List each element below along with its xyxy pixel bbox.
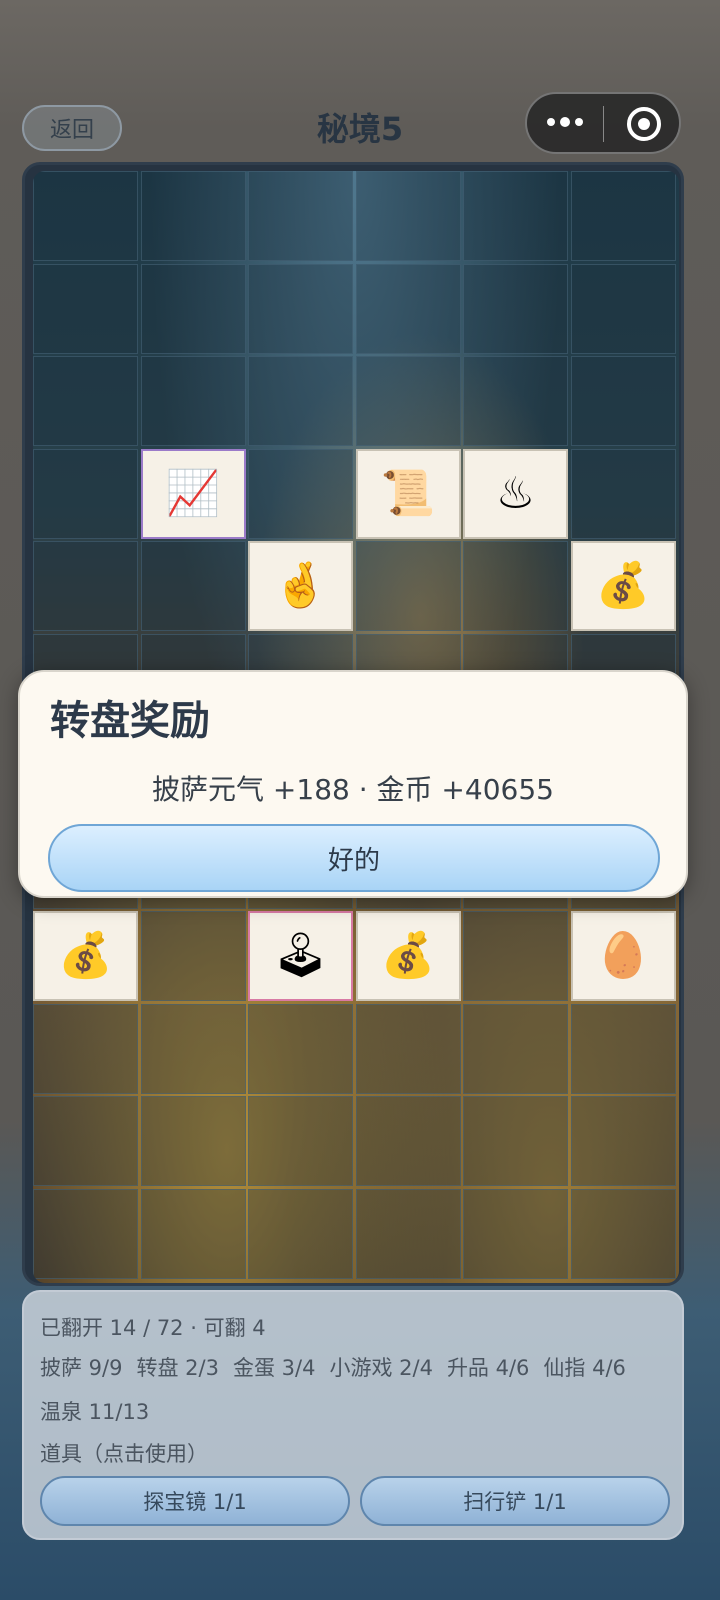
scroll-list-icon: 📜 (380, 467, 436, 519)
page-title: 秘境5 (316, 110, 404, 148)
hidden-tile[interactable] (463, 1188, 568, 1279)
stat-upgrade: 升品 4/6 (446, 1356, 530, 1380)
hidden-tile[interactable] (248, 1188, 353, 1279)
pizza-bag-tile[interactable]: 💰 (355, 911, 461, 1001)
hidden-tile[interactable] (463, 263, 568, 354)
hidden-tile[interactable] (248, 1003, 353, 1094)
hidden-tile[interactable] (248, 263, 353, 354)
hidden-tile[interactable] (33, 541, 138, 631)
hidden-tile[interactable] (33, 1188, 138, 1279)
pizza-bag-tile[interactable]: 💰 (570, 541, 676, 631)
hidden-tile[interactable] (33, 356, 138, 446)
stat-pizza: 披萨 9/9 (40, 1356, 123, 1380)
hidden-tile[interactable] (463, 171, 568, 261)
hidden-tile[interactable] (355, 356, 461, 446)
pizza-bag-tile[interactable]: 💰 (33, 911, 138, 1001)
hidden-tile[interactable] (463, 911, 568, 1001)
hidden-tile[interactable] (248, 356, 353, 446)
hidden-tile[interactable] (463, 541, 568, 631)
more-options-icon[interactable] (547, 114, 583, 132)
hidden-tile[interactable] (570, 1188, 676, 1279)
mini-program-capsule (525, 92, 681, 154)
stat-immortal-finger: 仙指 4/6 (543, 1356, 626, 1380)
sweep-shovel-button[interactable]: 扫行铲 1/1 (360, 1476, 670, 1526)
hidden-tile[interactable] (140, 1003, 246, 1094)
hidden-tile[interactable] (463, 356, 568, 446)
hot-spring-pool-icon: ♨ (495, 467, 536, 519)
treasure-mirror-button[interactable]: 探宝镜 1/1 (40, 1476, 350, 1526)
hidden-tile[interactable] (570, 356, 676, 446)
hot-spring-tile[interactable]: ♨ (463, 448, 568, 539)
golden-egg-icon: 🥚 (595, 930, 651, 981)
hidden-tile[interactable] (248, 448, 353, 539)
back-button[interactable]: 返回 (22, 105, 122, 151)
status-panel: 已翻开 14 / 72 · 可翻 4 披萨 9/9 转盘 2/3 金蛋 3/4 … (22, 1290, 684, 1540)
hidden-tile[interactable] (33, 448, 138, 539)
hidden-tile[interactable] (140, 1096, 246, 1186)
capsule-divider (603, 106, 604, 142)
ok-button[interactable]: 好的 (48, 824, 660, 892)
hidden-tile[interactable] (570, 448, 676, 539)
hidden-tile[interactable] (355, 171, 461, 261)
hidden-tile[interactable] (33, 263, 138, 354)
hidden-tile[interactable] (33, 1096, 138, 1186)
hidden-tile[interactable] (248, 171, 353, 261)
hidden-tile[interactable] (570, 1003, 676, 1094)
money-bag-icon: 💰 (595, 560, 651, 611)
hidden-tile[interactable] (140, 356, 246, 446)
hidden-tile[interactable] (140, 171, 246, 261)
hidden-tile[interactable] (570, 263, 676, 354)
golden-egg-tile[interactable]: 🥚 (570, 911, 676, 1001)
hidden-tile[interactable] (33, 1003, 138, 1094)
immortal-finger-tile[interactable]: 🤞 (248, 541, 353, 631)
arcade-machine-icon: 🕹 (272, 930, 329, 981)
crossed-fingers-icon: 🤞 (273, 560, 328, 611)
close-mini-program-icon[interactable] (627, 107, 661, 141)
collection-stats: 披萨 9/9 转盘 2/3 金蛋 3/4 小游戏 2/4 升品 4/6 仙指 4… (40, 1352, 626, 1382)
hidden-tile[interactable] (248, 1096, 353, 1186)
hidden-tile[interactable] (463, 1003, 568, 1094)
stat-golden-egg: 金蛋 3/4 (232, 1356, 316, 1380)
reward-dialog: 转盘奖励 披萨元气 +188 · 金币 +40655 好的 (18, 670, 688, 898)
hidden-tile[interactable] (570, 1096, 676, 1186)
items-label: 道具（点击使用） (40, 1442, 208, 1466)
money-bag-icon: 💰 (58, 930, 113, 981)
hidden-tile[interactable] (140, 263, 246, 354)
progress-text: 已翻开 14 / 72 · 可翻 4 (40, 1316, 266, 1340)
hidden-tile[interactable] (355, 1096, 461, 1186)
hidden-tile[interactable] (140, 541, 246, 631)
hidden-tile[interactable] (463, 1096, 568, 1186)
money-bag-icon: 💰 (380, 930, 436, 981)
hidden-tile[interactable] (570, 171, 676, 261)
upgrade-steps-icon: 📈 (165, 467, 221, 519)
hidden-tile[interactable] (33, 171, 138, 261)
upgrade-tile[interactable]: 📈 (140, 448, 246, 539)
arcade-tile[interactable]: 🕹 (248, 911, 353, 1001)
hidden-tile[interactable] (355, 1003, 461, 1094)
stat-hot-spring: 温泉 11/13 (40, 1400, 150, 1424)
hidden-tile[interactable] (355, 263, 461, 354)
scroll-tile[interactable]: 📜 (355, 448, 461, 539)
header: 返回 秘境5 (0, 92, 720, 160)
hidden-tile[interactable] (355, 541, 461, 631)
hidden-tile[interactable] (355, 1188, 461, 1279)
hidden-tile[interactable] (140, 911, 246, 1001)
reward-text: 披萨元气 +188 · 金币 +40655 (152, 773, 554, 806)
hidden-tile[interactable] (140, 1188, 246, 1279)
dialog-title: 转盘奖励 (50, 698, 210, 744)
stat-mini-game: 小游戏 2/4 (329, 1356, 433, 1380)
stat-wheel: 转盘 2/3 (136, 1356, 219, 1380)
